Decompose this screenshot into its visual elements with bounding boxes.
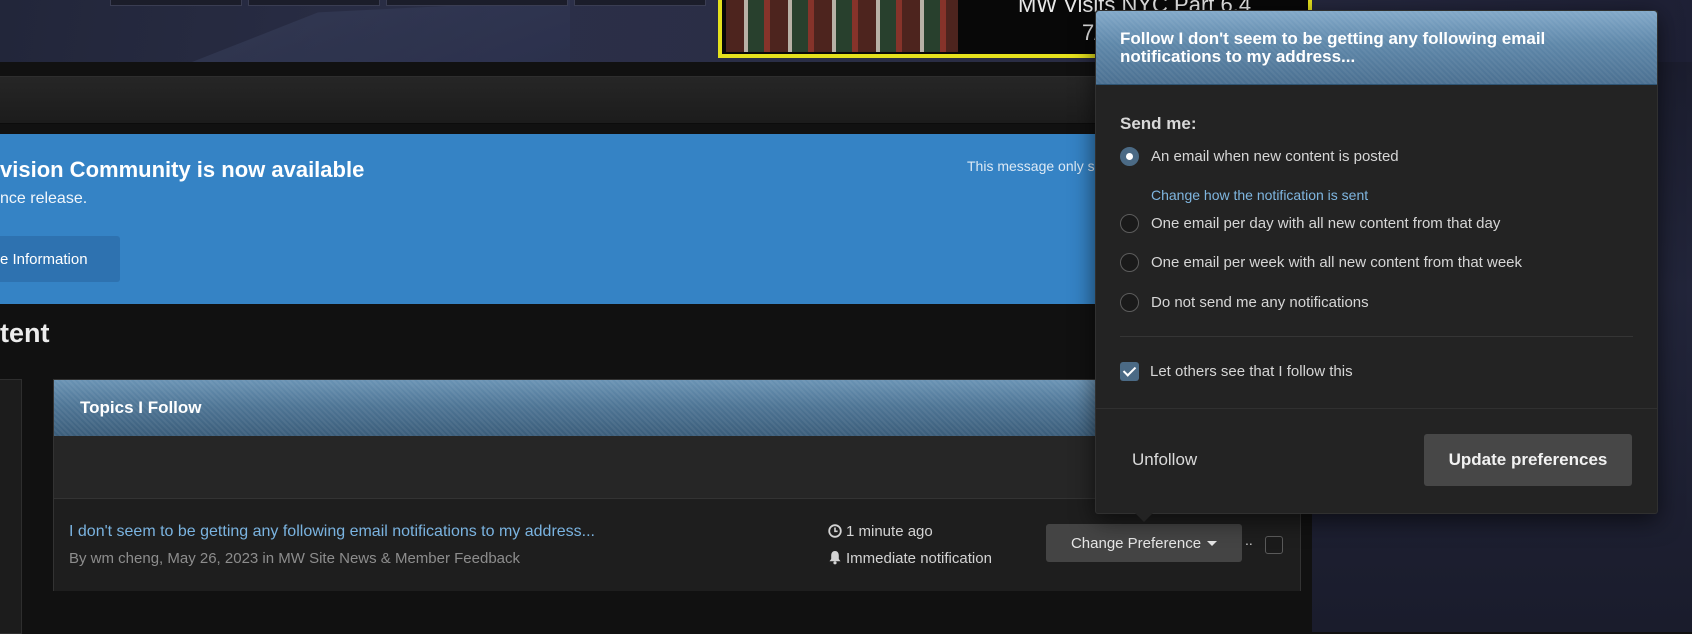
update-preferences-button[interactable]: Update preferences	[1424, 434, 1632, 486]
topic-meta: By wm cheng, May 26, 2023 in MW Site New…	[69, 550, 521, 567]
let-others-see-option[interactable]: Let others see that I follow this	[1120, 362, 1353, 381]
announcement-note: This message only s	[967, 158, 1095, 174]
clock-icon	[828, 524, 842, 538]
header-tab[interactable]	[386, 0, 568, 6]
option-daily-digest[interactable]: One email per day with all new content f…	[1120, 214, 1500, 233]
option-label: Do not send me any notifications	[1151, 294, 1369, 311]
unfollow-button[interactable]: Unfollow	[1132, 450, 1197, 470]
topic-notification-type: Immediate notification	[828, 550, 992, 567]
announcement-subtitle: nce release.	[0, 190, 88, 207]
popup-pointer-arrow	[1133, 511, 1155, 522]
radio-unselected[interactable]	[1120, 253, 1139, 272]
option-weekly-digest[interactable]: One email per week with all new content …	[1120, 253, 1522, 272]
row-select-checkbox[interactable]	[1265, 536, 1283, 554]
announcement-title: vision Community is now available	[0, 157, 365, 182]
radio-unselected[interactable]	[1120, 293, 1139, 312]
option-label: An email when new content is posted	[1151, 148, 1399, 165]
bell-icon	[829, 551, 841, 565]
caret-down-icon	[1207, 540, 1218, 546]
radio-unselected[interactable]	[1120, 214, 1139, 233]
change-preference-label: Change Preference	[1070, 534, 1202, 552]
row-more-dots[interactable]: ..	[1245, 532, 1253, 548]
header-nav-stubs	[110, 0, 706, 6]
change-preference-button[interactable]: Change Preference	[1046, 524, 1242, 562]
header-tab[interactable]	[248, 0, 380, 6]
checkmark-icon[interactable]	[1120, 362, 1139, 381]
sidebar-panel	[0, 379, 22, 634]
topic-time-text: 1 minute ago	[846, 523, 933, 540]
option-label: One email per week with all new content …	[1151, 254, 1523, 271]
popup-divider	[1120, 336, 1633, 337]
topic-title-link[interactable]: I don't seem to be getting any following…	[69, 523, 595, 541]
popup-footer-divider	[1096, 408, 1657, 409]
header-tab[interactable]	[574, 0, 706, 6]
let-others-label: Let others see that I follow this	[1150, 363, 1353, 380]
option-label: One email per day with all new content f…	[1151, 215, 1501, 232]
popup-title: Follow I don't seem to be getting any fo…	[1120, 29, 1546, 66]
popup-header: Follow I don't seem to be getting any fo…	[1096, 11, 1657, 85]
radio-selected[interactable]	[1120, 147, 1139, 166]
ad-thumbnail	[726, 0, 958, 52]
follow-preferences-popup: Follow I don't seem to be getting any fo…	[1095, 10, 1658, 514]
option-no-notifications[interactable]: Do not send me any notifications	[1120, 293, 1369, 312]
more-information-button[interactable]: e Information	[0, 236, 120, 282]
send-me-label: Send me:	[1120, 114, 1197, 133]
topic-notification-text: Immediate notification	[846, 550, 992, 567]
option-each-post[interactable]: An email when new content is posted	[1120, 147, 1399, 166]
change-notification-method-link[interactable]: Change how the notification is sent	[1151, 187, 1368, 203]
header-tab[interactable]	[110, 0, 242, 6]
page-title: tent	[0, 318, 50, 348]
topic-timestamp: 1 minute ago	[828, 523, 933, 540]
more-information-label: e Information	[0, 250, 88, 268]
topics-panel-title: Topics I Follow	[80, 398, 202, 417]
